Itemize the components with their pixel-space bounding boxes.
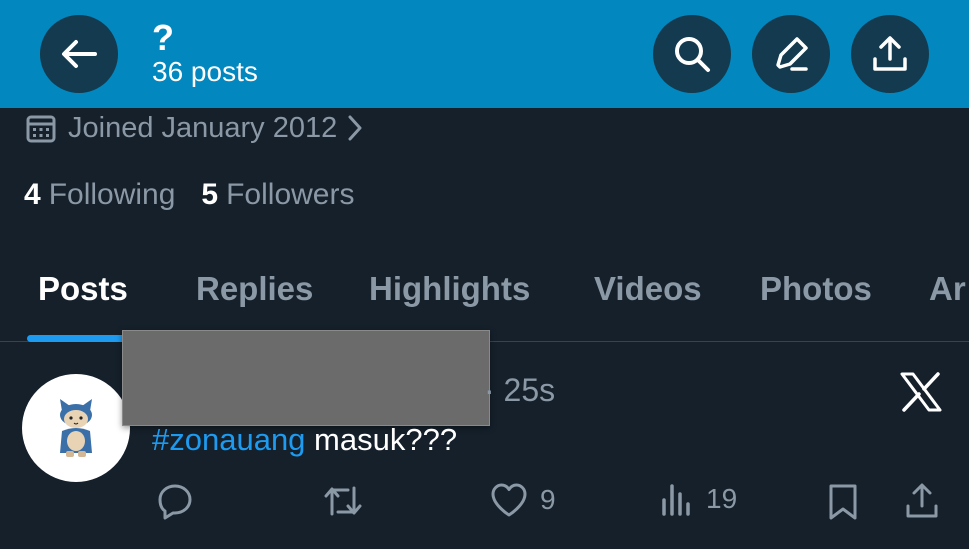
- followers-link[interactable]: 5 Followers: [201, 178, 354, 212]
- followers-count: 5: [201, 178, 219, 211]
- share-icon: [904, 482, 940, 520]
- avatar[interactable]: [22, 374, 130, 482]
- following-link[interactable]: 4 Following: [24, 178, 175, 212]
- bookmark-icon: [826, 482, 860, 522]
- views-button[interactable]: 19: [660, 482, 737, 516]
- x-logo-icon: [900, 372, 942, 412]
- following-count: 4: [24, 178, 41, 211]
- reply-icon: [156, 482, 194, 520]
- header-title: ? 36 posts: [152, 18, 258, 88]
- joined-date[interactable]: Joined January 2012: [26, 108, 363, 148]
- tab-videos[interactable]: Videos: [594, 270, 702, 308]
- search-icon: [673, 35, 711, 73]
- tab-photos[interactable]: Photos: [760, 270, 872, 308]
- joined-label: Joined January 2012: [68, 111, 338, 144]
- tab-posts[interactable]: Posts: [38, 270, 128, 308]
- calendar-icon: [26, 113, 56, 143]
- back-arrow-icon: [61, 39, 97, 69]
- heart-icon: [490, 482, 528, 518]
- edit-button[interactable]: [752, 15, 830, 93]
- views-count: 19: [706, 483, 738, 514]
- post-share-button[interactable]: [904, 482, 940, 520]
- edit-icon: [772, 35, 810, 73]
- cat-avatar-illustration: [60, 399, 92, 457]
- reply-button[interactable]: [156, 482, 194, 520]
- bookmark-button[interactable]: [826, 482, 860, 522]
- profile-name: ?: [152, 17, 174, 58]
- post-count: 36 posts: [152, 56, 258, 87]
- followers-label: Followers: [226, 178, 355, 211]
- hashtag-link[interactable]: #zonauang: [152, 422, 305, 457]
- redacted-username: [122, 330, 490, 426]
- tab-articles[interactable]: Ar: [929, 270, 966, 308]
- post-actions: 9 19: [0, 482, 969, 526]
- profile-header: ? 36 posts: [0, 0, 969, 108]
- chevron-right-icon: [347, 114, 363, 142]
- post-timestamp[interactable]: · 25s: [484, 372, 555, 409]
- search-button[interactable]: [653, 15, 731, 93]
- back-button[interactable]: [40, 15, 118, 93]
- like-count: 9: [540, 484, 556, 515]
- share-button[interactable]: [851, 15, 929, 93]
- follow-stats: 4 Following 5 Followers: [24, 178, 354, 212]
- like-button[interactable]: 9: [490, 482, 556, 518]
- post-body: masuk???: [305, 422, 458, 457]
- post-text: #zonauang masuk???: [152, 422, 457, 458]
- analytics-icon: [660, 482, 694, 516]
- tab-replies[interactable]: Replies: [196, 270, 313, 308]
- repost-icon: [322, 482, 364, 520]
- repost-button[interactable]: [322, 482, 364, 520]
- following-label: Following: [48, 178, 176, 211]
- share-icon: [871, 35, 909, 73]
- tab-highlights[interactable]: Highlights: [369, 270, 530, 308]
